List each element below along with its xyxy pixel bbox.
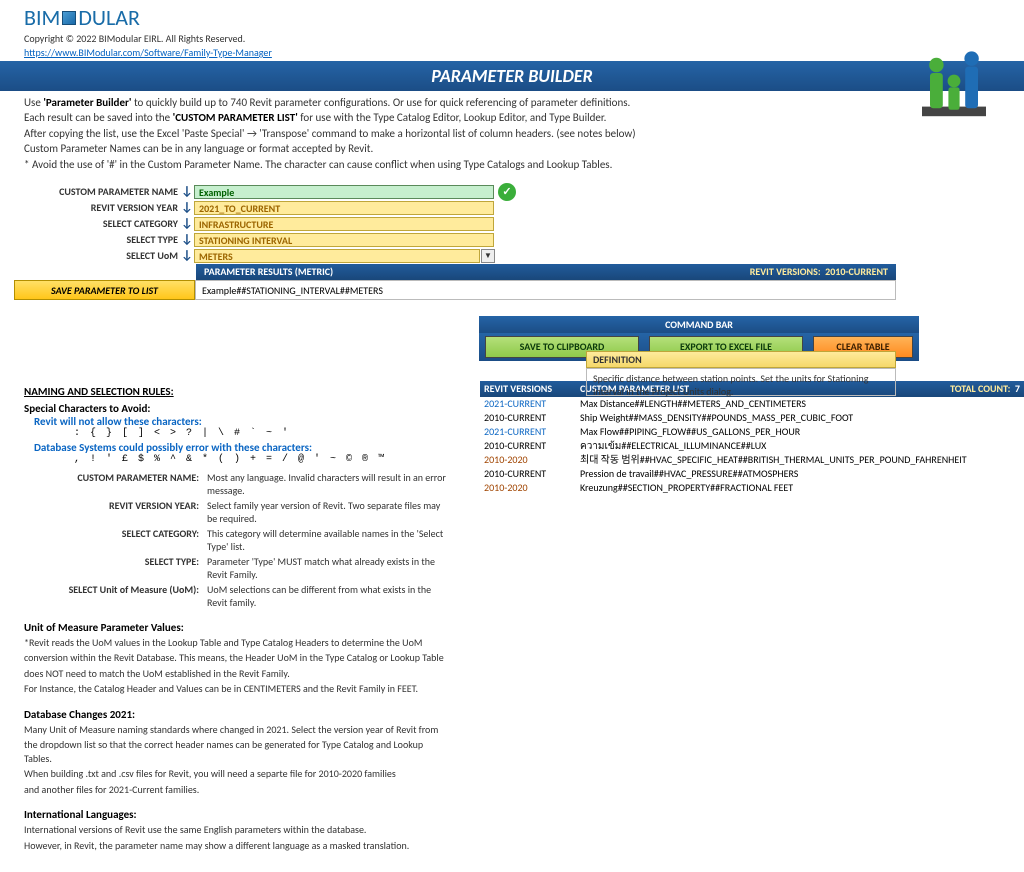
parameter-result: Example##STATIONING_INTERVAL##METERS: [195, 280, 896, 300]
naming-rules-header: NAMING AND SELECTION RULES:: [24, 385, 446, 398]
table-row: 2010-CURRENTShip Weight##MASS_DENSITY##P…: [480, 411, 1024, 425]
intl-p1: International versions of Revit use the …: [24, 823, 446, 837]
definition-header: DEFINITION: [586, 351, 896, 368]
table-row: 2021-CURRENTMax Flow##PIPING_FLOW##US_GA…: [480, 425, 1024, 439]
rules-grid: CUSTOM PARAMETER NAME:Most any language.…: [24, 471, 446, 609]
db-p4: and another files for 2021-Current famil…: [24, 783, 446, 797]
uom-p1: *Revit reads the UoM values in the Looku…: [24, 636, 446, 650]
label-category: SELECT CATEGORY: [0, 217, 180, 230]
custom-name-input[interactable]: Example: [194, 185, 494, 199]
param-results-header: PARAMETER RESULTS (METRIC) REVIT VERSION…: [196, 264, 896, 280]
label-name: CUSTOM PARAMETER NAME: [0, 185, 180, 198]
special-chars-header: Special Characters to Avoid:: [24, 402, 446, 415]
db-p2: the dropdown list so that the correct he…: [24, 738, 446, 765]
revit-chars: : { } [ ] < > ? | \ # ` ~ ': [74, 428, 446, 439]
db-error-header: Database Systems could possibly error wi…: [34, 441, 446, 454]
intl-p2: However, in Revit, the parameter name ma…: [24, 839, 446, 853]
intl-section-header: International Languages:: [24, 808, 446, 821]
table-row: 2010-2020Kreuzung##SECTION_PROPERTY##FRA…: [480, 481, 1024, 495]
arrow-icon: ↓: [180, 232, 194, 247]
arrow-icon: ↓: [180, 248, 194, 263]
table-row: 2021-CURRENTMax Distance##LENGTH##METERS…: [480, 397, 1024, 411]
checkmark-icon: ✓: [498, 183, 516, 201]
revit-year-select[interactable]: 2021_TO_CURRENT: [194, 201, 494, 215]
label-type: SELECT TYPE: [0, 233, 180, 246]
table-row: 2010-CURRENTPression de travail##HVAC_PR…: [480, 467, 1024, 481]
db-chars: , ! ' £ $ % ^ & * ( ) + = / @ ' ~ © ® ™: [74, 454, 446, 465]
cube-icon: [62, 11, 76, 25]
brand-logo: BIMDULAR: [0, 0, 1024, 31]
uom-p2: conversion within the Revit Database. Th…: [24, 651, 446, 665]
save-parameter-button[interactable]: SAVE PARAMETER TO LIST: [14, 280, 195, 300]
command-bar-header: COMMAND BAR: [479, 316, 919, 333]
custom-list-rows: 2021-CURRENTMax Distance##LENGTH##METERS…: [480, 397, 1024, 495]
db-p3: When building .txt and .csv files for Re…: [24, 767, 446, 781]
category-select[interactable]: INFRASTRUCTURE: [194, 217, 494, 231]
label-uom: SELECT UoM: [0, 249, 180, 262]
revit-disallow-header: Revit will not allow these characters:: [34, 415, 446, 428]
table-row: 2010-2020최대 작동 범위##HVAC_SPECIFIC_HEAT##B…: [480, 453, 1024, 467]
uom-select[interactable]: METERS: [194, 249, 480, 263]
label-year: REVIT VERSION YEAR: [0, 201, 180, 214]
db-section-header: Database Changes 2021:: [24, 708, 446, 721]
table-row: 2010-CURRENTความเข้ม##ELECTRICAL_ILLUMIN…: [480, 439, 1024, 453]
uom-section-header: Unit of Measure Parameter Values:: [24, 621, 446, 634]
type-select[interactable]: STATIONING INTERVAL: [194, 233, 494, 247]
arrow-icon: ↓: [180, 216, 194, 231]
arrow-icon: ↓: [180, 184, 194, 199]
people-icon: [914, 41, 994, 121]
product-link[interactable]: https://www.BIModular.com/Software/Famil…: [0, 46, 296, 59]
title-bar: PARAMETER BUILDER: [0, 61, 1024, 91]
copyright-text: Copyright © 2022 BIModular EIRL. All Rig…: [0, 31, 1024, 46]
db-p1: Many Unit of Measure naming standards wh…: [24, 723, 446, 737]
arrow-icon: ↓: [180, 200, 194, 215]
dropdown-icon[interactable]: ▼: [481, 249, 495, 263]
uom-p4: For Instance, the Catalog Header and Val…: [24, 682, 446, 696]
uom-p3: does NOT need to match the UoM establish…: [24, 667, 446, 681]
intro-text: Use 'Parameter Builder' to quickly build…: [0, 91, 1024, 174]
definition-body: Specific distance between station points…: [586, 368, 896, 396]
